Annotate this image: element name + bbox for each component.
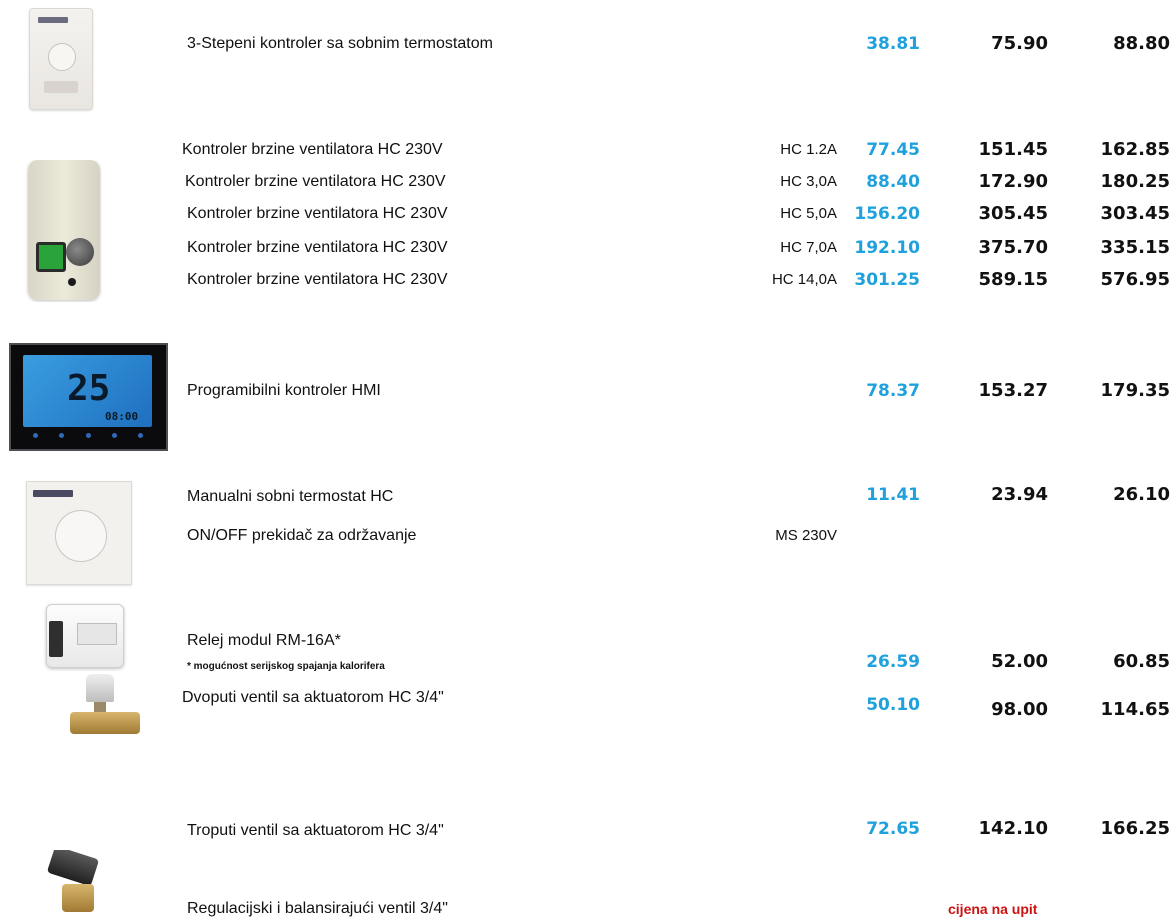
actuator-icon [86, 674, 114, 702]
brass-valve-icon [62, 884, 94, 912]
price-2: 179.35 [1100, 380, 1170, 401]
product-description: Regulacijski i balansirajući ventil 3/4" [187, 900, 448, 917]
thermostat-3-speed-image [29, 8, 93, 110]
model-code: HC 14,0A [771, 271, 837, 288]
speed-knob-icon [66, 238, 94, 266]
price-1: 375.70 [978, 237, 1048, 258]
product-description: Troputi ventil sa aktuatorom HC 3/4" [187, 822, 444, 839]
actuator-icon [46, 850, 100, 887]
product-description: Kontroler brzine ventilatora HC 230V [182, 141, 443, 158]
price-base: 77.45 [866, 140, 920, 160]
product-description: Kontroler brzine ventilatora HC 230V [187, 271, 448, 288]
hmi-temperature: 25 [67, 368, 111, 409]
reventon-logo-icon [38, 17, 68, 23]
product-description: 3-Stepeni kontroler sa sobnim termostato… [187, 35, 493, 52]
model-code: MS 230V [775, 527, 837, 544]
controller-body [28, 160, 100, 300]
price-2: 180.25 [1100, 171, 1170, 192]
dial-icon [55, 510, 107, 562]
manual-room-thermostat-image [26, 481, 132, 585]
price-on-request: cijena na upit [948, 901, 1038, 917]
brass-valve-icon [70, 712, 140, 734]
two-way-valve-image [70, 672, 152, 752]
price-2: 26.10 [1113, 484, 1170, 505]
terminal-block-icon [49, 621, 63, 657]
price-1: 172.90 [978, 171, 1048, 192]
switch-icon [44, 81, 78, 93]
price-base: 26.59 [866, 652, 920, 672]
product-description: Kontroler brzine ventilatora HC 230V [185, 173, 446, 190]
price-base: 72.65 [866, 819, 920, 839]
price-1: 589.15 [978, 269, 1048, 290]
reventon-logo-icon [33, 490, 73, 497]
price-2: 576.95 [1100, 269, 1170, 290]
product-description: Programibilni kontroler HMI [187, 382, 381, 399]
product-description: Manualni sobni termostat HC [187, 488, 394, 505]
product-description: Dvoputi ventil sa aktuatorom HC 3/4" [182, 689, 444, 706]
price-base: 38.81 [866, 34, 920, 54]
footnote: * mogućnost serijskog spajanja kalorifer… [187, 661, 385, 672]
price-2: 162.85 [1100, 139, 1170, 160]
product-description: Kontroler brzine ventilatora HC 230V [187, 239, 448, 256]
price-1: 142.10 [978, 818, 1048, 839]
hmi-buttons [33, 433, 143, 439]
price-base: 192.10 [854, 238, 920, 258]
three-way-valve-image [44, 850, 108, 916]
price-1: 151.45 [978, 139, 1048, 160]
price-2: 60.85 [1113, 651, 1170, 672]
power-switch-icon [36, 242, 66, 272]
model-code: HC 5,0A [780, 205, 837, 222]
price-1: 98.00 [991, 699, 1048, 720]
model-code: HC 7,0A [780, 239, 837, 256]
price-base: 156.20 [854, 204, 920, 224]
price-base: 301.25 [854, 270, 920, 290]
price-1: 305.45 [978, 203, 1048, 224]
programmable-controller-hmi-image: 25 08:00 [9, 343, 168, 451]
fan-speed-controller-image [22, 160, 102, 302]
model-code: HC 3,0A [780, 173, 837, 190]
price-2: 114.65 [1100, 699, 1170, 720]
price-base: 50.10 [866, 695, 920, 715]
lcd-screen: 25 08:00 [23, 355, 152, 427]
dial-icon [48, 43, 76, 71]
price-2: 335.15 [1100, 237, 1170, 258]
indicator-icon [68, 278, 76, 286]
price-base: 11.41 [866, 485, 920, 505]
relay-module-image [46, 604, 124, 668]
product-description: Kontroler brzine ventilatora HC 230V [187, 205, 448, 222]
product-description: Relej modul RM-16A* [187, 632, 341, 649]
price-2: 166.25 [1100, 818, 1170, 839]
price-base: 78.37 [866, 381, 920, 401]
hmi-time: 08:00 [105, 410, 139, 423]
price-2: 88.80 [1113, 33, 1170, 54]
model-code: HC 1.2A [780, 141, 837, 158]
relay-label-icon [77, 623, 117, 645]
price-1: 75.90 [991, 33, 1048, 54]
price-2: 303.45 [1100, 203, 1170, 224]
price-1: 153.27 [978, 380, 1048, 401]
price-1: 23.94 [991, 484, 1048, 505]
product-description: ON/OFF prekidač za održavanje [187, 527, 417, 544]
price-1: 52.00 [991, 651, 1048, 672]
price-base: 88.40 [866, 172, 920, 192]
